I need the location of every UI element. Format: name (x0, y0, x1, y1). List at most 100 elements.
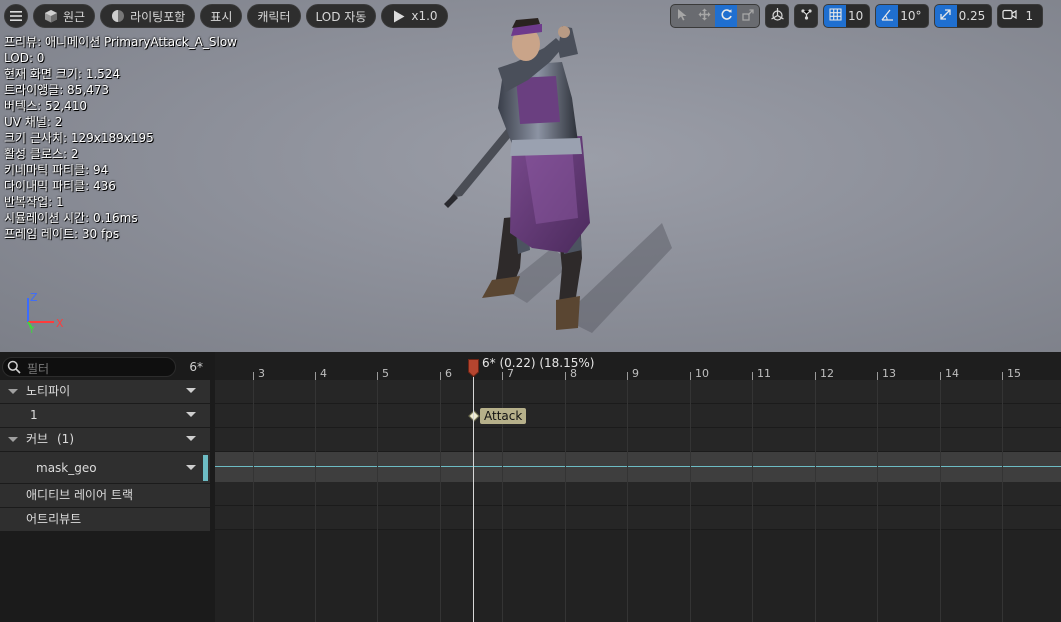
additive-label: 애디티브 레이어 트랙 (26, 488, 133, 502)
viewport-menu-button[interactable] (4, 4, 28, 28)
rotation-snap-toggle[interactable] (876, 5, 899, 27)
axis-gizmo: Z X Y (27, 291, 64, 336)
expand-triangle-icon[interactable] (8, 389, 18, 394)
grid-line (565, 380, 566, 622)
cursor-icon (677, 8, 688, 24)
dropdown-arrow-icon[interactable] (186, 388, 196, 393)
tick-mark (377, 372, 378, 380)
coordinate-system-button[interactable] (765, 4, 789, 28)
lod-label: LOD 자동 (315, 9, 367, 24)
scale-snap-value[interactable]: 0.25 (957, 5, 992, 27)
tick-label: 13 (882, 367, 896, 380)
show-button[interactable]: 표시 (200, 4, 243, 28)
lane-curves (215, 428, 1061, 452)
current-frame-readout: 6* (189, 360, 203, 374)
notify-event-attack[interactable]: Attack (468, 408, 527, 424)
dropdown-arrow-icon[interactable] (186, 465, 196, 470)
lighting-mode-button[interactable]: 라이팅포함 (100, 4, 196, 28)
playhead-label: 6* (0.22) (18.15%) (482, 356, 595, 370)
curve-name-label: mask_geo (36, 461, 97, 475)
tick-mark (253, 372, 254, 380)
time-ruler[interactable]: 3 4 5 6 7 8 9 10 11 12 13 14 15 (215, 352, 1061, 380)
lane-notify-1[interactable] (215, 404, 1061, 428)
cube-icon (43, 9, 58, 24)
stat-iterations: 반복작업: 1 (4, 195, 64, 209)
axis-z-label: Z (30, 291, 38, 304)
character-preview-mesh (444, 18, 672, 333)
track-attributes[interactable]: 어트리뷰트 (0, 508, 210, 532)
attributes-label: 어트리뷰트 (26, 512, 82, 526)
show-label: 표시 (210, 9, 233, 24)
translate-mode-button[interactable] (693, 5, 715, 27)
dropdown-arrow-icon[interactable] (186, 436, 196, 441)
search-icon (7, 360, 21, 377)
lighting-label: 라이팅포함 (130, 9, 186, 24)
tick-mark (690, 372, 691, 380)
character-button[interactable]: 캐릭터 (247, 4, 301, 28)
grid-line (377, 380, 378, 622)
lane-curve-mask-geo[interactable] (215, 452, 1061, 482)
grid-line (690, 380, 691, 622)
rotate-icon (720, 8, 733, 24)
rotate-mode-button[interactable] (715, 5, 737, 27)
tick-label: 15 (1007, 367, 1021, 380)
stat-simulation-time: 시뮬레이션 시간: 0.16ms (4, 211, 138, 225)
filter-placeholder: 필터 (27, 362, 50, 376)
preview-viewport[interactable]: 원근 라이팅포함 표시 캐릭터 LOD 자동 x1.0 10 10° 0.25 … (0, 0, 1061, 352)
axis-x-label: X (56, 317, 64, 330)
track-filter-input[interactable]: 필터 (2, 357, 176, 377)
tick-mark (315, 372, 316, 380)
rotation-snap-value[interactable]: 10° (898, 5, 927, 27)
tick-mark (1002, 372, 1003, 380)
lod-button[interactable]: LOD 자동 (305, 4, 377, 28)
play-icon (391, 9, 406, 24)
playhead-line (473, 368, 474, 622)
curves-count: (1) (57, 432, 74, 446)
scale-icon (742, 8, 754, 24)
track-curve-mask-geo[interactable]: mask_geo (0, 452, 210, 484)
curve-color-swatch (203, 455, 208, 481)
scale-snap-toggle[interactable] (934, 5, 957, 27)
grid-line (877, 380, 878, 622)
lane-notifies (215, 380, 1061, 404)
playhead-handle[interactable] (468, 359, 479, 377)
grid-snap-value[interactable]: 10 (846, 5, 869, 27)
tick-mark (627, 372, 628, 380)
track-additive-layers[interactable]: 애디티브 레이어 트랙 (0, 484, 210, 508)
scale-arrow-icon (939, 8, 952, 24)
camera-speed-button[interactable] (998, 5, 1020, 27)
tick-mark (877, 372, 878, 380)
timeline-area[interactable]: 3 4 5 6 7 8 9 10 11 12 13 14 15 Attack 6… (215, 352, 1061, 622)
tick-label: 14 (945, 367, 959, 380)
stat-uv-channels: UV 채널: 2 (4, 115, 63, 129)
grid-line (627, 380, 628, 622)
tick-label: 12 (820, 367, 834, 380)
dropdown-arrow-icon[interactable] (186, 412, 196, 417)
tick-label: 11 (757, 367, 771, 380)
stat-lod: LOD: 0 (4, 51, 45, 65)
select-mode-button[interactable] (671, 5, 693, 27)
grid-line (253, 380, 254, 622)
tick-label: 3 (258, 367, 265, 380)
perspective-button[interactable]: 원근 (33, 4, 96, 28)
transform-mode-group (670, 4, 760, 28)
tick-mark (940, 372, 941, 380)
track-notify-1[interactable]: 1 (0, 404, 210, 428)
world-axes-icon (770, 7, 785, 25)
stat-frame-rate: 프레임 레이트: 30 fps (4, 227, 120, 241)
notifies-label: 노티파이 (26, 384, 71, 398)
track-curves[interactable]: 커브 (1) (0, 428, 210, 452)
track-notifies[interactable]: 노티파이 (0, 380, 210, 404)
tick-label: 9 (632, 367, 639, 380)
track-filter-row: 필터 6* (0, 352, 215, 380)
curves-label: 커브 (26, 432, 49, 446)
scale-mode-button[interactable] (737, 5, 759, 27)
grid-snap-toggle[interactable] (824, 5, 846, 27)
grid-line (752, 380, 753, 622)
lane-additive-layers (215, 482, 1061, 506)
expand-triangle-icon[interactable] (8, 437, 18, 442)
lane-attributes (215, 506, 1061, 530)
surface-snap-button[interactable] (794, 4, 818, 28)
tick-mark (815, 372, 816, 380)
camera-speed-value[interactable]: 1 (1020, 5, 1042, 27)
